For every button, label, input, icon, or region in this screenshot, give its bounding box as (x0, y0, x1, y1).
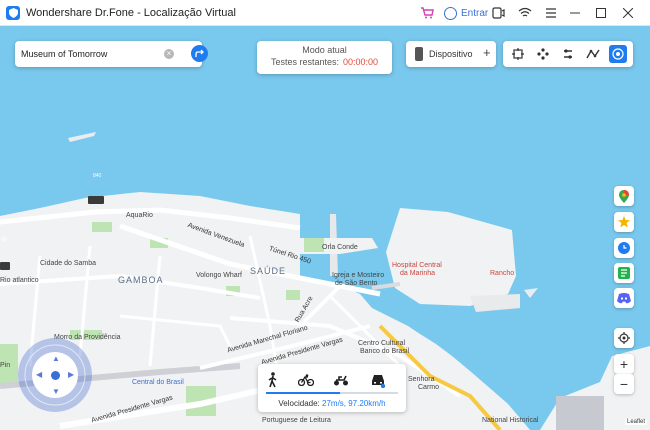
map-label-rio-atlantico: Rio atlantico (0, 277, 39, 284)
map-label-marinha: da Marinha (400, 270, 436, 277)
two-spot-icon[interactable] (559, 45, 577, 63)
history-button[interactable] (614, 238, 634, 258)
map-label-historical: National Historical (482, 417, 539, 424)
maximize-icon[interactable] (596, 5, 606, 21)
car-icon[interactable] (368, 372, 388, 388)
road-shield-48: 48 (1, 237, 7, 243)
locate-me-button[interactable] (614, 328, 634, 348)
mode-label: Modo atual (302, 45, 347, 55)
add-device-button[interactable]: + (483, 45, 491, 60)
search-box: × (15, 41, 208, 67)
joystick-up-icon[interactable]: ▲ (52, 355, 60, 363)
speed-panel: Velocidade: 27m/s, 97.20km/h (258, 364, 406, 412)
arrow-right-icon (194, 49, 204, 57)
map-label-gamboa: GAMBOA (118, 275, 164, 285)
speed-text: Velocidade: 27m/s, 97.20km/h (258, 399, 406, 408)
device-label: Dispositivo (429, 49, 473, 59)
close-icon[interactable] (623, 5, 633, 21)
speed-value: 27m/s, 97.20km/h (322, 399, 386, 408)
import-gpx-button[interactable] (614, 263, 634, 283)
phone-icon (415, 47, 423, 61)
bike-icon[interactable] (298, 372, 314, 388)
map-label-portugues: Portuguese de Leitura (262, 417, 331, 424)
go-button[interactable] (191, 45, 208, 62)
favorites-button[interactable] (614, 212, 634, 232)
multi-stop-icon[interactable] (534, 45, 552, 63)
zoom-out-button[interactable]: − (614, 374, 634, 394)
joystick-pad[interactable]: ▲ ▼ ◀ ▶ (32, 352, 78, 398)
map-label-hospital: Hospital Central (392, 262, 442, 269)
screen-mirror-icon[interactable] (492, 5, 505, 21)
google-maps-button[interactable] (614, 186, 634, 206)
title-bar: Wondershare Dr.Fone - Localização Virtua… (0, 0, 650, 26)
zoom-in-button[interactable]: + (614, 354, 634, 374)
map-label-pin: Pin (0, 362, 11, 369)
device-selector[interactable]: Dispositivo + (406, 41, 496, 67)
speed-label: Velocidade: (278, 399, 320, 408)
app-logo-icon (6, 5, 20, 20)
joystick-right-icon[interactable]: ▶ (68, 371, 74, 379)
map-label-rancho: Rancho (490, 270, 515, 277)
map-label-orla-conde: Orla Conde (322, 244, 358, 251)
road-shield-840: 840 (93, 173, 102, 179)
scooter-icon[interactable] (333, 372, 349, 388)
discord-button[interactable] (614, 288, 634, 308)
map-label-senhora: Senhora (408, 376, 435, 383)
login-label: Entrar (461, 7, 489, 19)
history-icon (618, 242, 630, 254)
teleport-icon[interactable] (509, 45, 527, 63)
joystick-down-icon[interactable]: ▼ (52, 388, 60, 396)
tests-row: Testes restantes: 00:00:00 (257, 57, 392, 67)
mode-panel: Modo atual Testes restantes: 00:00:00 (257, 41, 392, 74)
wifi-icon[interactable] (518, 5, 532, 21)
mode-toolbar (503, 41, 633, 67)
tests-label: Testes restantes: (270, 57, 339, 67)
map-label-sao-bento: de São Bento (335, 280, 378, 287)
map-label-central: Central do Brasil (132, 379, 184, 386)
app-title: Wondershare Dr.Fone - Localização Virtua… (26, 6, 236, 19)
tests-timer: 00:00:00 (343, 57, 379, 67)
map-label-ccbb-2: Banco do Brasil (360, 348, 410, 355)
discord-icon (617, 292, 631, 303)
map-label-ccbb-1: Centro Cultural (358, 340, 406, 347)
minimize-icon[interactable] (570, 5, 580, 21)
import-gpx-icon (618, 267, 630, 279)
joystick-center-icon[interactable] (51, 371, 60, 380)
map-label-cidade-samba: Cidade do Samba (40, 260, 97, 267)
jump-teleport-icon[interactable] (584, 45, 602, 63)
search-input[interactable] (21, 45, 145, 63)
clear-icon[interactable]: × (164, 49, 174, 59)
google-maps-icon (619, 189, 629, 203)
map-label-volongo: Volongo Wharf (196, 272, 242, 279)
map-label-saude: SAÚDE (250, 266, 287, 276)
user-icon (444, 6, 457, 20)
joystick-mode-icon[interactable] (609, 45, 627, 63)
walk-icon[interactable] (265, 372, 281, 388)
map-label-igreja: Igreja e Mosteiro (332, 272, 385, 279)
map-label-aquario: AquaRio (126, 212, 153, 219)
joystick[interactable]: ▲ ▼ ◀ ▶ (18, 338, 92, 412)
leaflet-attribution[interactable]: Leaflet (625, 419, 648, 425)
map-label-carmo: Carmo (418, 384, 440, 391)
login-button[interactable]: Entrar (444, 5, 488, 21)
speed-slider-fill (266, 392, 340, 394)
menu-icon[interactable] (545, 5, 557, 21)
speed-slider[interactable] (266, 392, 398, 394)
crosshair-icon (618, 332, 630, 344)
cart-icon[interactable] (420, 5, 434, 21)
joystick-left-icon[interactable]: ◀ (36, 371, 42, 379)
star-icon (618, 216, 630, 228)
